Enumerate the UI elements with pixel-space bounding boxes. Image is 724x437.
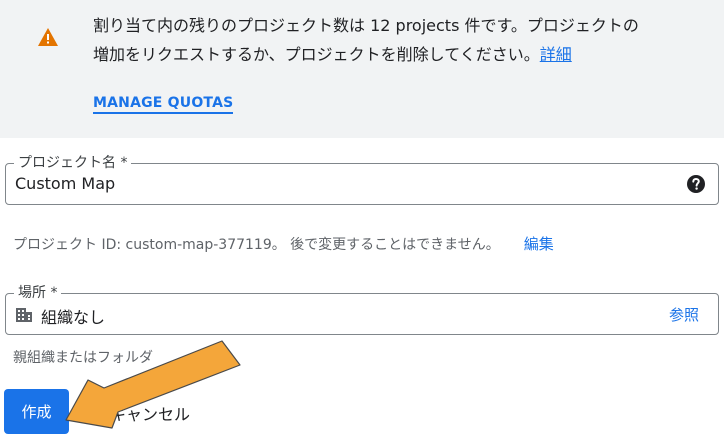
location-label: 場所 * xyxy=(14,282,62,302)
location-hint: 親組織またはフォルダ xyxy=(13,350,153,366)
project-name-input[interactable]: Custom Map xyxy=(15,174,115,193)
quota-notice: 割り当て内の残りのプロジェクト数は 12 projects 件です。プロジェクト… xyxy=(0,0,724,138)
location-field[interactable]: 場所 * 組織なし 参照 xyxy=(5,282,719,335)
project-name-field[interactable]: プロジェクト名 * Custom Map xyxy=(5,152,719,205)
help-icon[interactable] xyxy=(686,174,706,194)
warning-icon xyxy=(38,28,58,46)
project-id-text: プロジェクト ID: custom-map-377119。 後で変更することはで… xyxy=(13,237,500,253)
organization-icon xyxy=(16,308,32,322)
create-button[interactable]: 作成 xyxy=(4,389,69,434)
quota-notice-line1: 割り当て内の残りのプロジェクト数は 12 projects 件です。プロジェクト… xyxy=(93,16,639,35)
quota-notice-text: 割り当て内の残りのプロジェクト数は 12 projects 件です。プロジェクト… xyxy=(93,11,708,69)
new-project-page: 割り当て内の残りのプロジェクト数は 12 projects 件です。プロジェクト… xyxy=(0,0,724,437)
location-value: 組織なし xyxy=(41,308,106,327)
details-link[interactable]: 詳細 xyxy=(540,45,572,64)
edit-project-id-link[interactable]: 編集 xyxy=(524,235,554,253)
browse-button[interactable]: 参照 xyxy=(669,304,699,325)
quota-notice-line2: 増加をリクエストするか、プロジェクトを削除してください。詳細 xyxy=(93,40,708,69)
manage-quotas-link[interactable]: MANAGE QUOTAS xyxy=(93,95,234,114)
project-name-label: プロジェクト名 * xyxy=(14,152,132,172)
cancel-button[interactable]: キャンセル xyxy=(110,401,190,425)
quota-notice-line2-text: 増加をリクエストするか、プロジェクトを削除してください。 xyxy=(93,45,540,64)
project-id-hint: プロジェクト ID: custom-map-377119。 後で変更することはで… xyxy=(13,233,554,254)
